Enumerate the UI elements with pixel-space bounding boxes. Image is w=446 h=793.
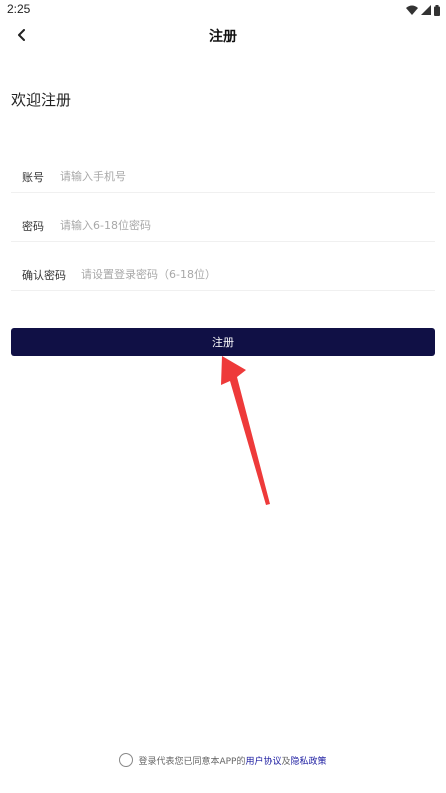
account-input[interactable] xyxy=(60,165,360,187)
nav-bar: 注册 xyxy=(0,22,446,48)
arrow-annotation xyxy=(221,356,270,505)
account-label: 账号 xyxy=(22,171,44,184)
password-row: 密码 xyxy=(11,208,435,242)
arrow-annotation-shape xyxy=(221,356,270,505)
status-bar: 2:25 xyxy=(0,0,446,22)
account-row: 账号 xyxy=(11,159,435,193)
battery-icon xyxy=(434,4,440,16)
agreement-and: 及 xyxy=(281,756,291,767)
register-button[interactable]: 注册 xyxy=(11,328,435,356)
password-input[interactable] xyxy=(60,214,360,236)
status-icons xyxy=(406,3,440,17)
welcome-heading: 欢迎注册 xyxy=(11,91,72,109)
confirm-password-row: 确认密码 xyxy=(11,257,435,291)
agreement: 登录代表您已同意本APP的 用户协议 及 隐私政策 xyxy=(0,753,446,767)
confirm-password-label: 确认密码 xyxy=(22,269,66,282)
agreement-prefix: 登录代表您已同意本APP的 xyxy=(138,756,246,767)
wifi-icon xyxy=(406,5,418,15)
signal-icon xyxy=(421,5,431,15)
confirm-password-input[interactable] xyxy=(81,263,381,285)
password-label: 密码 xyxy=(22,220,44,233)
status-time: 2:25 xyxy=(7,2,31,16)
agree-checkbox[interactable] xyxy=(119,753,134,767)
privacy-policy-link[interactable]: 隐私政策 xyxy=(291,754,327,767)
page-title: 注册 xyxy=(209,29,237,45)
user-agreement-link[interactable]: 用户协议 xyxy=(245,754,281,767)
